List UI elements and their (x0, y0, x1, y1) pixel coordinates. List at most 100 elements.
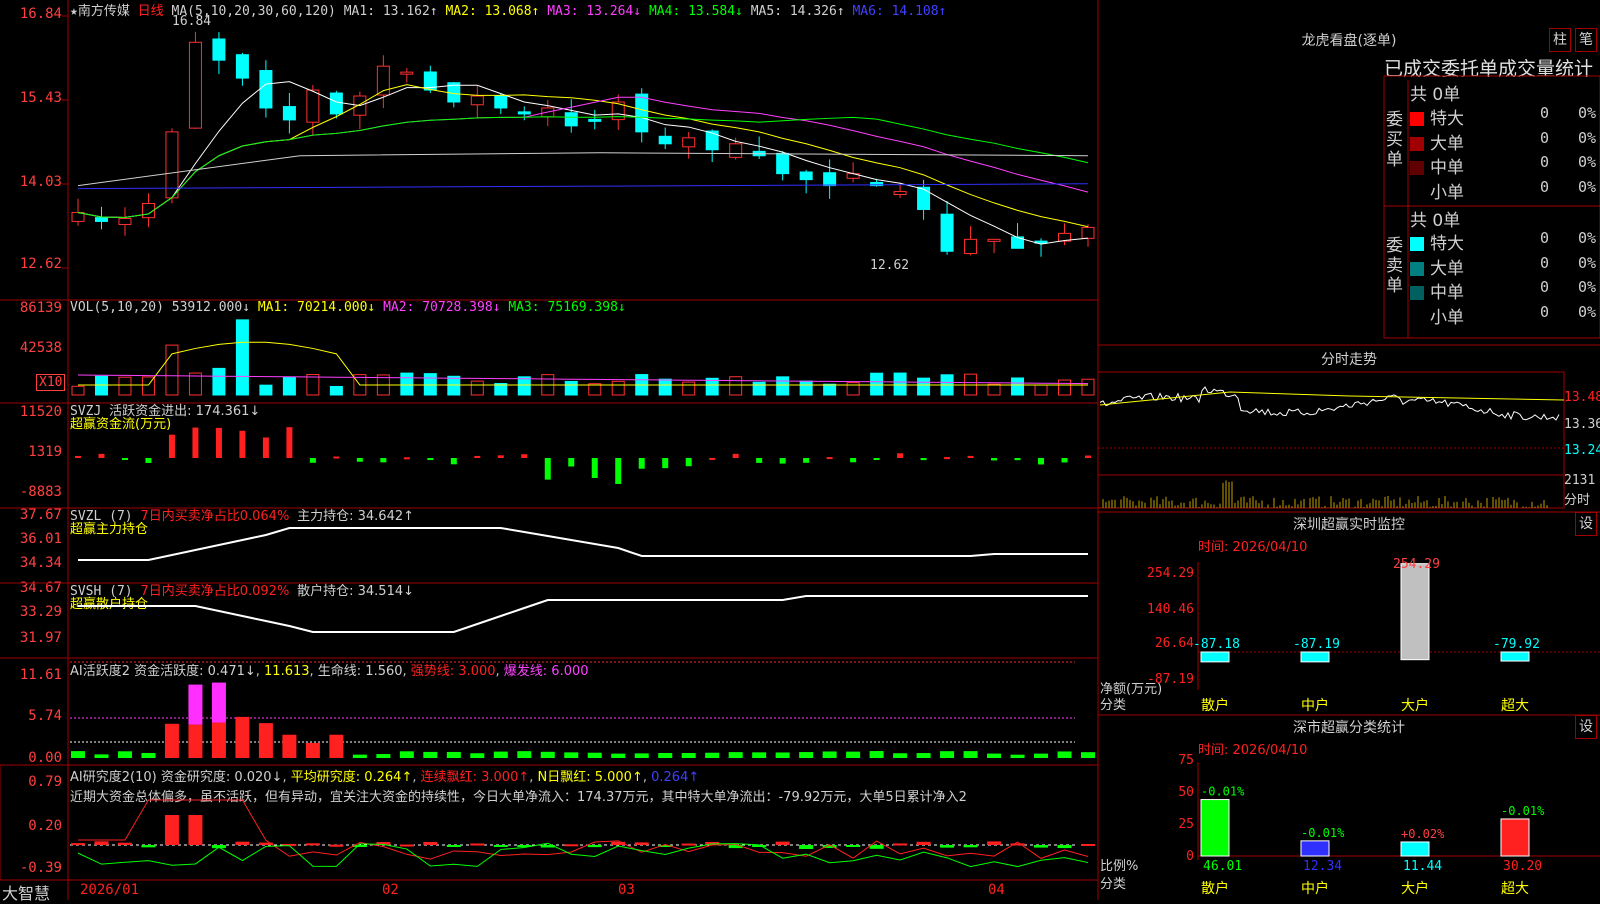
flow-bar (615, 458, 622, 484)
sz-class-tick: 0 (1186, 849, 1194, 864)
candle-body (917, 186, 931, 210)
sell-row-name: 小单 (1430, 307, 1464, 328)
research-bar (1034, 845, 1049, 848)
research-bar (799, 845, 814, 849)
candle-body (235, 54, 249, 79)
volume-bar (987, 383, 1001, 396)
flow-bar (521, 454, 528, 458)
research-bar (1057, 845, 1072, 849)
candle-body (118, 217, 132, 225)
intraday-panel[interactable]: 分时走势 13.48 13.36 13.24 2131 分时 (1098, 345, 1600, 510)
legend-swatch (1410, 136, 1424, 151)
active-bar (728, 752, 743, 758)
sell-row: 小单 (1410, 303, 1464, 328)
candle-body (987, 238, 1001, 242)
volume-bar (1011, 377, 1025, 396)
buy-row-pct: 0% (1578, 153, 1597, 171)
research-bar (329, 844, 344, 847)
flow-bar (732, 453, 739, 458)
active-bar (752, 752, 767, 758)
candle-body (188, 41, 202, 129)
buy-row-pct: 0% (1578, 177, 1597, 196)
active-bar (846, 751, 861, 758)
volume-bar (799, 380, 813, 396)
flow-bar (826, 457, 833, 460)
candle-body (635, 93, 649, 133)
buy-row-name: 特大 (1430, 109, 1464, 129)
volume-bar (1058, 379, 1072, 396)
flow-bar (215, 427, 222, 458)
sell-row-name: 大单 (1430, 258, 1464, 279)
sz-monitor-settings-button[interactable]: 设 (1575, 512, 1597, 536)
candle-body (705, 130, 719, 151)
volume-bar (282, 376, 296, 396)
candle-body (306, 89, 320, 123)
volume-bar (1081, 378, 1095, 396)
sz-class-tick: 75 (1178, 753, 1194, 768)
research-bar (1081, 843, 1095, 846)
active-bar (893, 753, 908, 758)
active-bar (352, 754, 367, 758)
flow-bar (192, 427, 199, 458)
flow-bar (333, 456, 340, 459)
active-bar (869, 751, 884, 758)
bar-view-button[interactable]: 柱 (1549, 28, 1571, 52)
active-bar (611, 753, 626, 758)
volume-bar (729, 376, 743, 396)
flow-bar (709, 457, 716, 460)
legend-swatch (1410, 112, 1424, 126)
volume-bar (564, 380, 578, 396)
pen-view-button[interactable]: 笔 (1575, 28, 1597, 52)
active-bar-high (188, 684, 203, 725)
candle-body (517, 111, 531, 115)
flow-bar (850, 458, 857, 463)
flow-bar (662, 458, 669, 469)
active-bar (517, 751, 532, 758)
candle-body (329, 92, 343, 115)
sz-class-settings-button[interactable]: 设 (1575, 715, 1597, 739)
active-bar (282, 734, 297, 758)
active-bar (1057, 751, 1072, 758)
candle-body (940, 213, 954, 252)
active-bar (470, 753, 485, 758)
sell-row-name: 特大 (1430, 234, 1464, 254)
sz-monitor-tick: 140.46 (1147, 602, 1194, 617)
legend-swatch (1410, 286, 1424, 300)
active-bar (117, 751, 132, 758)
research-bar (893, 843, 908, 846)
sz-class-ylabel: 比例% (1100, 859, 1139, 874)
flow-bar (75, 455, 81, 458)
sell-row-count: 0 (1540, 302, 1550, 321)
research-bar (564, 844, 579, 847)
longhu-panel: 龙虎看盘(逐单) 柱 笔 已成交委托单成交量统计 委买单 委卖单 共 0单 共 … (1098, 0, 1600, 345)
active-bar (94, 754, 109, 758)
candle-body (564, 112, 578, 127)
flow-bar (262, 437, 269, 458)
candle-body (470, 95, 484, 106)
flow-bar (967, 455, 974, 458)
active-bar (305, 742, 320, 758)
legend-swatch (1410, 310, 1424, 325)
sell-label: 委卖单 (1386, 236, 1403, 296)
research-bar (446, 845, 461, 847)
retail-hold-line (78, 595, 1088, 633)
candle-body (259, 70, 273, 109)
intraday-title: 分时走势 (1321, 352, 1377, 368)
flow-bar (1014, 458, 1021, 461)
vol-ma-line (78, 341, 1088, 386)
active-bar (822, 751, 837, 758)
flow-bar (286, 427, 293, 458)
flow-bar (380, 458, 387, 463)
flow-bar (944, 457, 951, 460)
sell-row-pct: 0% (1578, 302, 1597, 321)
active-bar (423, 751, 438, 758)
buy-row-count: 0 (1540, 153, 1550, 171)
candle-body (893, 191, 907, 196)
main-hold-line (78, 527, 1088, 561)
volume-bar (306, 373, 320, 396)
sell-row-name: 中单 (1430, 283, 1464, 303)
active-bar (141, 752, 156, 758)
legend-swatch (1410, 237, 1424, 251)
flow-bar (356, 458, 363, 462)
research-bar (188, 815, 203, 845)
